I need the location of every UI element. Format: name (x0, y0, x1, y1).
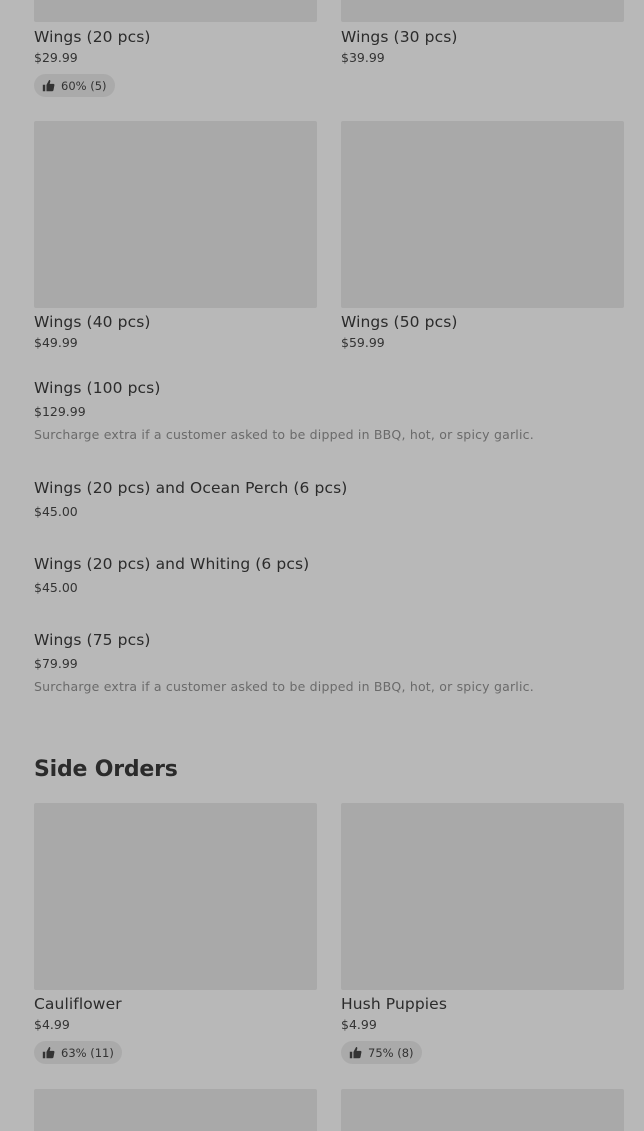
item-name: Wings (20 pcs) (34, 28, 151, 46)
item-image (34, 0, 317, 22)
item-price: $59.99 (341, 335, 385, 350)
rating-badge: 75% (8) (341, 1041, 422, 1064)
side-orders-grid: Cauliflower $4.99 63% (11) Hush Puppies … (34, 803, 624, 1064)
item-name: Wings (75 pcs) (34, 631, 151, 649)
item-price: $29.99 (34, 50, 78, 65)
item-price: $39.99 (341, 50, 385, 65)
item-price: $45.00 (34, 504, 78, 519)
item-name: Wings (30 pcs) (341, 28, 458, 46)
item-price: $49.99 (34, 335, 78, 350)
item-name: Wings (100 pcs) (34, 379, 161, 397)
item-name: Hush Puppies (341, 995, 447, 1013)
item-name: Cauliflower (34, 995, 122, 1013)
menu-item-card[interactable]: Cauliflower $4.99 63% (11) (34, 803, 317, 1064)
item-image (341, 1089, 624, 1131)
rating-text: 63% (11) (61, 1045, 114, 1060)
item-price: $129.99 (34, 404, 86, 419)
menu-list-item[interactable]: Wings (20 pcs) and Ocean Perch (6 pcs) $… (34, 476, 624, 521)
item-description: Surcharge extra if a customer asked to b… (34, 427, 534, 442)
thumbs-up-icon (349, 1047, 362, 1059)
item-image (341, 0, 624, 22)
item-price: $45.00 (34, 580, 78, 595)
item-description: Surcharge extra if a customer asked to b… (34, 679, 534, 694)
side-orders-grid-next (34, 1089, 624, 1131)
item-name: Wings (50 pcs) (341, 313, 458, 331)
menu-list-item[interactable]: Wings (20 pcs) and Whiting (6 pcs) $45.0… (34, 552, 624, 597)
menu-page: Wings (20 pcs) $29.99 60% (5) Wings (30 … (0, 0, 644, 1131)
menu-grid-row-1: Wings (20 pcs) $29.99 60% (5) Wings (30 … (34, 0, 624, 97)
item-image (341, 803, 624, 990)
menu-item-card[interactable] (341, 1089, 624, 1131)
item-image (34, 121, 317, 308)
item-price: $4.99 (341, 1017, 377, 1032)
thumbs-up-icon (42, 80, 55, 92)
item-image (34, 803, 317, 990)
menu-item-card[interactable] (34, 1089, 317, 1131)
menu-grid-row-2: Wings (40 pcs) $49.99 Wings (50 pcs) $59… (34, 121, 624, 352)
menu-list-item[interactable]: Wings (75 pcs) $79.99 Surcharge extra if… (34, 628, 624, 697)
rating-badge: 60% (5) (34, 74, 115, 97)
menu-item-card[interactable]: Wings (40 pcs) $49.99 (34, 121, 317, 352)
item-name: Wings (40 pcs) (34, 313, 151, 331)
thumbs-up-icon (42, 1047, 55, 1059)
item-image (341, 121, 624, 308)
rating-text: 75% (8) (368, 1045, 414, 1060)
item-price: $79.99 (34, 656, 78, 671)
item-name: Wings (20 pcs) and Whiting (6 pcs) (34, 555, 310, 573)
section-title-side-orders: Side Orders (34, 757, 178, 782)
menu-item-card[interactable]: Wings (50 pcs) $59.99 (341, 121, 624, 352)
item-price: $4.99 (34, 1017, 70, 1032)
rating-badge: 63% (11) (34, 1041, 122, 1064)
rating-text: 60% (5) (61, 78, 107, 93)
menu-list-item[interactable]: Wings (100 pcs) $129.99 Surcharge extra … (34, 376, 624, 445)
item-image (34, 1089, 317, 1131)
item-name: Wings (20 pcs) and Ocean Perch (6 pcs) (34, 479, 348, 497)
menu-item-card[interactable]: Wings (30 pcs) $39.99 (341, 0, 624, 97)
menu-item-card[interactable]: Hush Puppies $4.99 75% (8) (341, 803, 624, 1064)
menu-item-card[interactable]: Wings (20 pcs) $29.99 60% (5) (34, 0, 317, 97)
